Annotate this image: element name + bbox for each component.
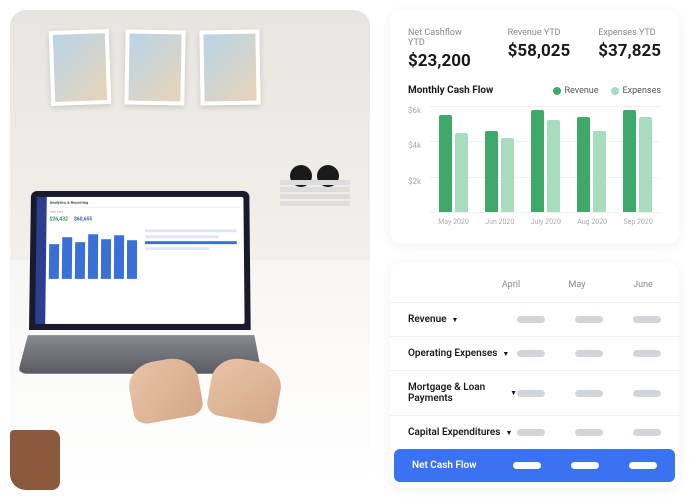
caret-down-icon[interactable]: ▼: [510, 389, 517, 397]
x-tick: Sep 2020: [623, 218, 652, 226]
bar: [639, 117, 652, 212]
wall-photos: [10, 10, 370, 190]
table-row[interactable]: Revenue▼: [390, 302, 679, 336]
bar: [485, 131, 498, 212]
y-tick: $4k: [408, 141, 421, 150]
value-pill: [633, 316, 661, 323]
bar: [501, 138, 514, 212]
table-row[interactable]: Mortgage & Loan Payments▼: [390, 370, 679, 415]
stat-label: Net Cashflow YTD: [408, 28, 480, 48]
value-pill: [517, 316, 545, 323]
value-pill: [575, 429, 603, 436]
laptop-page-title: Analytics & Reporting: [50, 200, 241, 205]
bar: [623, 110, 636, 212]
stat-value: $23,200: [408, 51, 480, 71]
bar: [547, 120, 560, 212]
row-label: Operating Expenses▼: [408, 348, 509, 359]
value-pill: [575, 390, 603, 397]
value-pill: [575, 350, 603, 357]
cashflow-card: Net Cashflow YTD $23,200 Revenue YTD $58,02…: [390, 10, 679, 244]
hands: [130, 360, 280, 450]
value-pill: [513, 462, 541, 469]
value-pill: [517, 350, 545, 357]
bar-group: [439, 106, 468, 212]
stat-value: $58,025: [508, 41, 571, 61]
x-tick: May 2020: [438, 218, 469, 226]
value-pill: [633, 429, 661, 436]
bar-group: [531, 106, 560, 212]
bar: [593, 131, 606, 212]
legend-item: Expenses: [611, 86, 661, 96]
laptop-metric-2: $60,655: [74, 217, 92, 223]
x-tick: July 2020: [531, 218, 561, 226]
bar-group: [623, 106, 652, 212]
value-pill: [517, 429, 545, 436]
row-label: Net Cash Flow: [412, 460, 477, 471]
chart-legend: Revenue Expenses: [553, 86, 662, 96]
hero-photo: Analytics & Reporting Cash Flow $26,432 …: [10, 10, 370, 490]
row-label: Revenue▼: [408, 314, 458, 325]
value-pill: [633, 350, 661, 357]
legend-item: Revenue: [553, 86, 599, 96]
caret-down-icon[interactable]: ▼: [505, 429, 512, 437]
y-tick: $6k: [408, 106, 421, 115]
laptop-metric-1: $26,432: [49, 217, 67, 223]
column-header: June: [625, 280, 661, 290]
table-row[interactable]: Net Cash Flow: [394, 449, 675, 482]
table-row[interactable]: Capital Expenditures▼: [390, 415, 679, 449]
chart-title: Monthly Cash Flow: [408, 85, 493, 96]
bar: [577, 117, 590, 212]
bar: [531, 110, 544, 212]
x-tick: Jun 2020: [485, 218, 514, 226]
magazines: [280, 180, 350, 210]
value-pill: [629, 462, 657, 469]
stat-label: Revenue YTD: [508, 28, 571, 38]
monthly-cashflow-chart: $6k $4k $2k May 2020 Jun 2020 July 2020 Aug 2…: [408, 106, 661, 226]
notebook: [10, 430, 60, 490]
row-label: Mortgage & Loan Payments▼: [408, 382, 517, 404]
caret-down-icon[interactable]: ▼: [452, 316, 459, 324]
value-pill: [517, 390, 545, 397]
x-tick: Aug 2020: [577, 218, 607, 226]
column-header: April: [493, 280, 529, 290]
value-pill: [571, 462, 599, 469]
stat: Net Cashflow YTD $23,200: [408, 28, 480, 71]
caret-down-icon[interactable]: ▼: [502, 350, 509, 358]
value-pill: [575, 316, 603, 323]
column-header: May: [559, 280, 595, 290]
bar: [439, 115, 452, 212]
stat-value: $37,825: [598, 41, 661, 61]
table-header: April May June: [390, 272, 679, 302]
value-pill: [633, 390, 661, 397]
row-label: Capital Expenditures▼: [408, 427, 512, 438]
stat: Expenses YTD $37,825: [598, 28, 661, 71]
table-row[interactable]: Operating Expenses▼: [390, 336, 679, 370]
y-tick: $2k: [408, 177, 421, 186]
bar: [455, 133, 468, 213]
bar-group: [485, 106, 514, 212]
stat: Revenue YTD $58,025: [508, 28, 571, 71]
stat-label: Expenses YTD: [598, 28, 661, 38]
report-table: April May June Revenue▼ Operating Expenses▼…: [390, 262, 679, 488]
laptop-bar-chart: [49, 229, 137, 279]
bar-group: [577, 106, 606, 212]
